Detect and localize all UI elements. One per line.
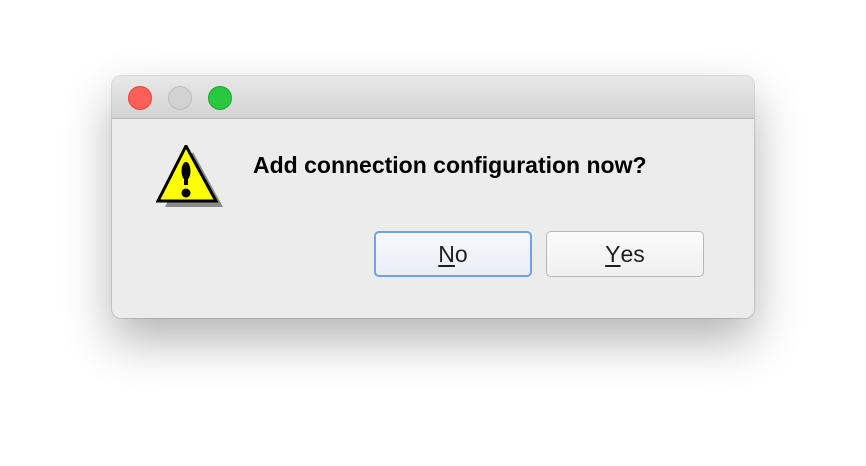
yes-button[interactable]: Yes bbox=[546, 231, 704, 277]
yes-button-mnemonic: Y bbox=[605, 240, 621, 267]
no-button-mnemonic: N bbox=[438, 240, 455, 267]
zoom-button[interactable] bbox=[208, 86, 232, 110]
dialog-message: Add connection configuration now? bbox=[253, 152, 647, 178]
title-bar[interactable] bbox=[112, 76, 754, 119]
minimize-button[interactable] bbox=[168, 86, 192, 110]
no-button-label: o bbox=[454, 240, 468, 267]
yes-button-label: es bbox=[620, 240, 645, 267]
close-button[interactable] bbox=[128, 86, 152, 110]
dialog-window: Add connection configuration now? No Yes bbox=[112, 76, 754, 318]
warning-icon bbox=[155, 142, 224, 211]
no-button[interactable]: No bbox=[374, 231, 532, 277]
